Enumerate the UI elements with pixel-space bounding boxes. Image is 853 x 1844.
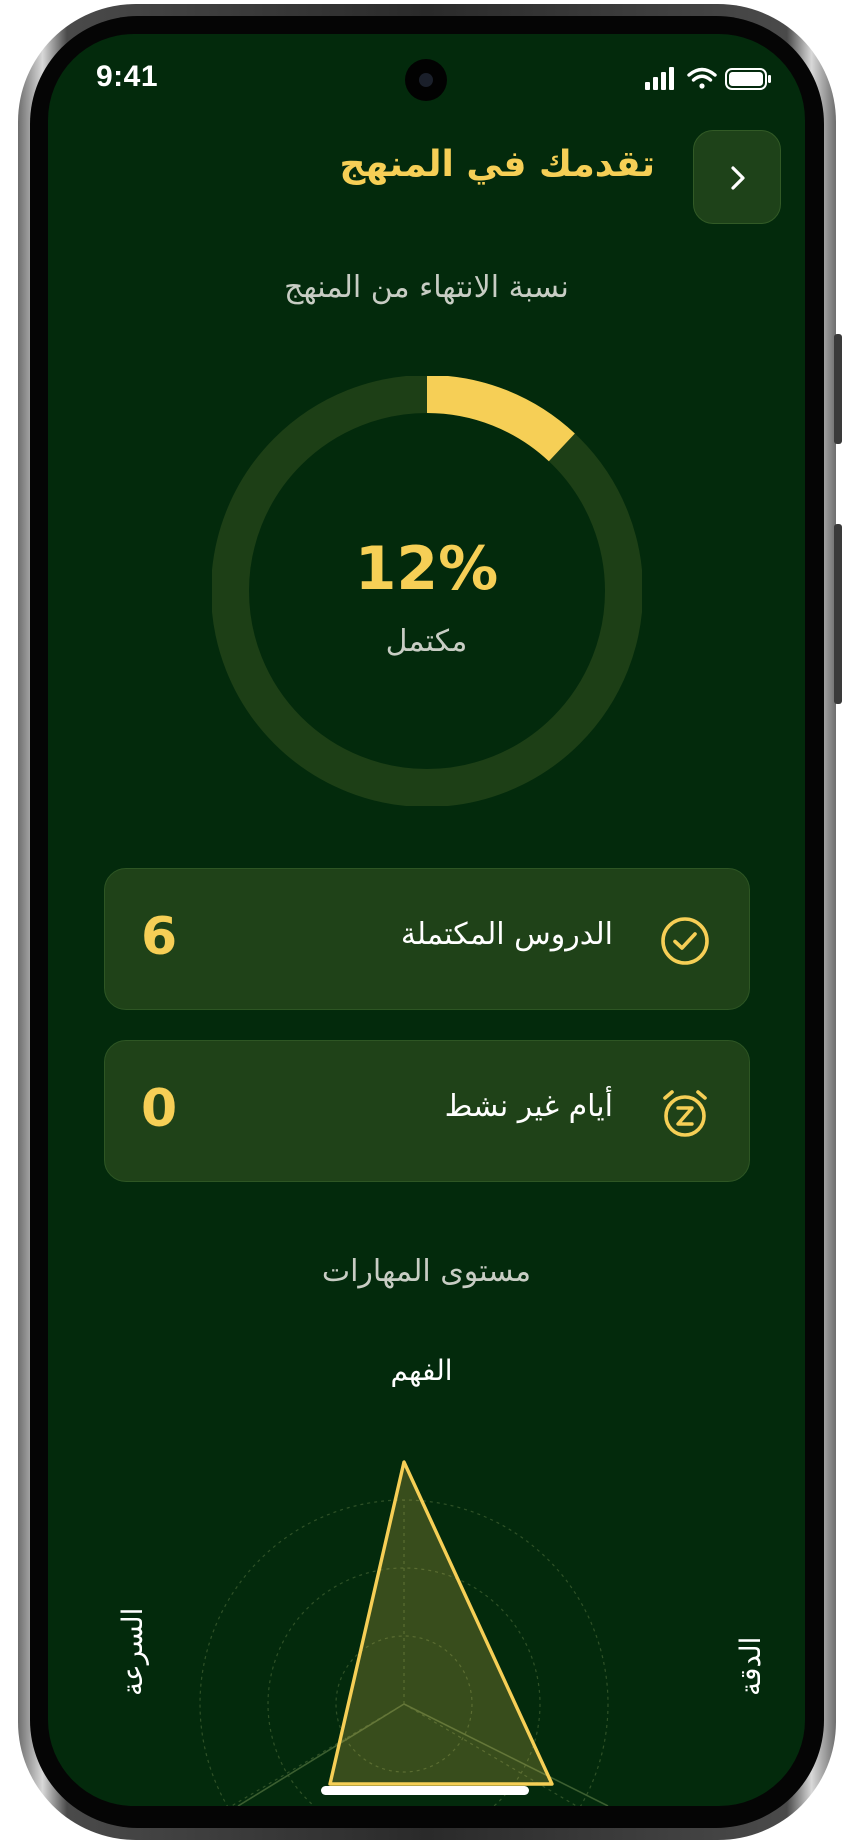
progress-section-label: نسبة الانتهاء من المنهج <box>284 270 569 305</box>
stat-label: أيام غير نشط <box>444 1089 613 1124</box>
front-camera <box>405 59 447 101</box>
status-bar: 9:41 <box>48 34 805 114</box>
stat-card-completed-lessons: 6 الدروس المكتملة <box>104 868 750 1010</box>
stat-value: 0 <box>141 1079 178 1139</box>
progress-ring-fill <box>426 375 575 462</box>
progress-caption: مكتمل <box>385 624 468 659</box>
page-title: تقدمك في المنهج <box>339 144 656 185</box>
stat-card-inactive-days: 0 أيام غير نشط <box>104 1040 750 1182</box>
chevron-right-icon <box>731 166 745 190</box>
volume-up-button <box>834 334 842 444</box>
check-circle-icon <box>661 917 709 965</box>
skills-radar-chart <box>48 1354 805 1806</box>
battery-icon <box>725 68 771 90</box>
radar-axis-label-speed: السرعة <box>116 1607 149 1696</box>
back-button[interactable] <box>693 130 781 224</box>
home-indicator[interactable] <box>321 1786 529 1795</box>
status-icons <box>645 64 775 94</box>
progress-percent: 12% <box>354 534 499 604</box>
radar-axis-label-accuracy: الدقة <box>734 1636 767 1696</box>
skills-section-label: مستوى المهارات <box>321 1254 532 1289</box>
app-screen: 9:41 تقدمك في المنهج نسبة الانتهاء من ال… <box>48 34 805 1806</box>
skills-radar-polygon <box>328 1460 554 1786</box>
stat-label: الدروس المكتملة <box>400 917 613 952</box>
wifi-icon <box>687 67 717 89</box>
cellular-signal-icon <box>645 67 674 90</box>
status-time: 9:41 <box>96 60 159 93</box>
power-button <box>834 524 842 704</box>
snooze-alarm-icon <box>663 1090 707 1137</box>
stat-value: 6 <box>141 907 178 967</box>
